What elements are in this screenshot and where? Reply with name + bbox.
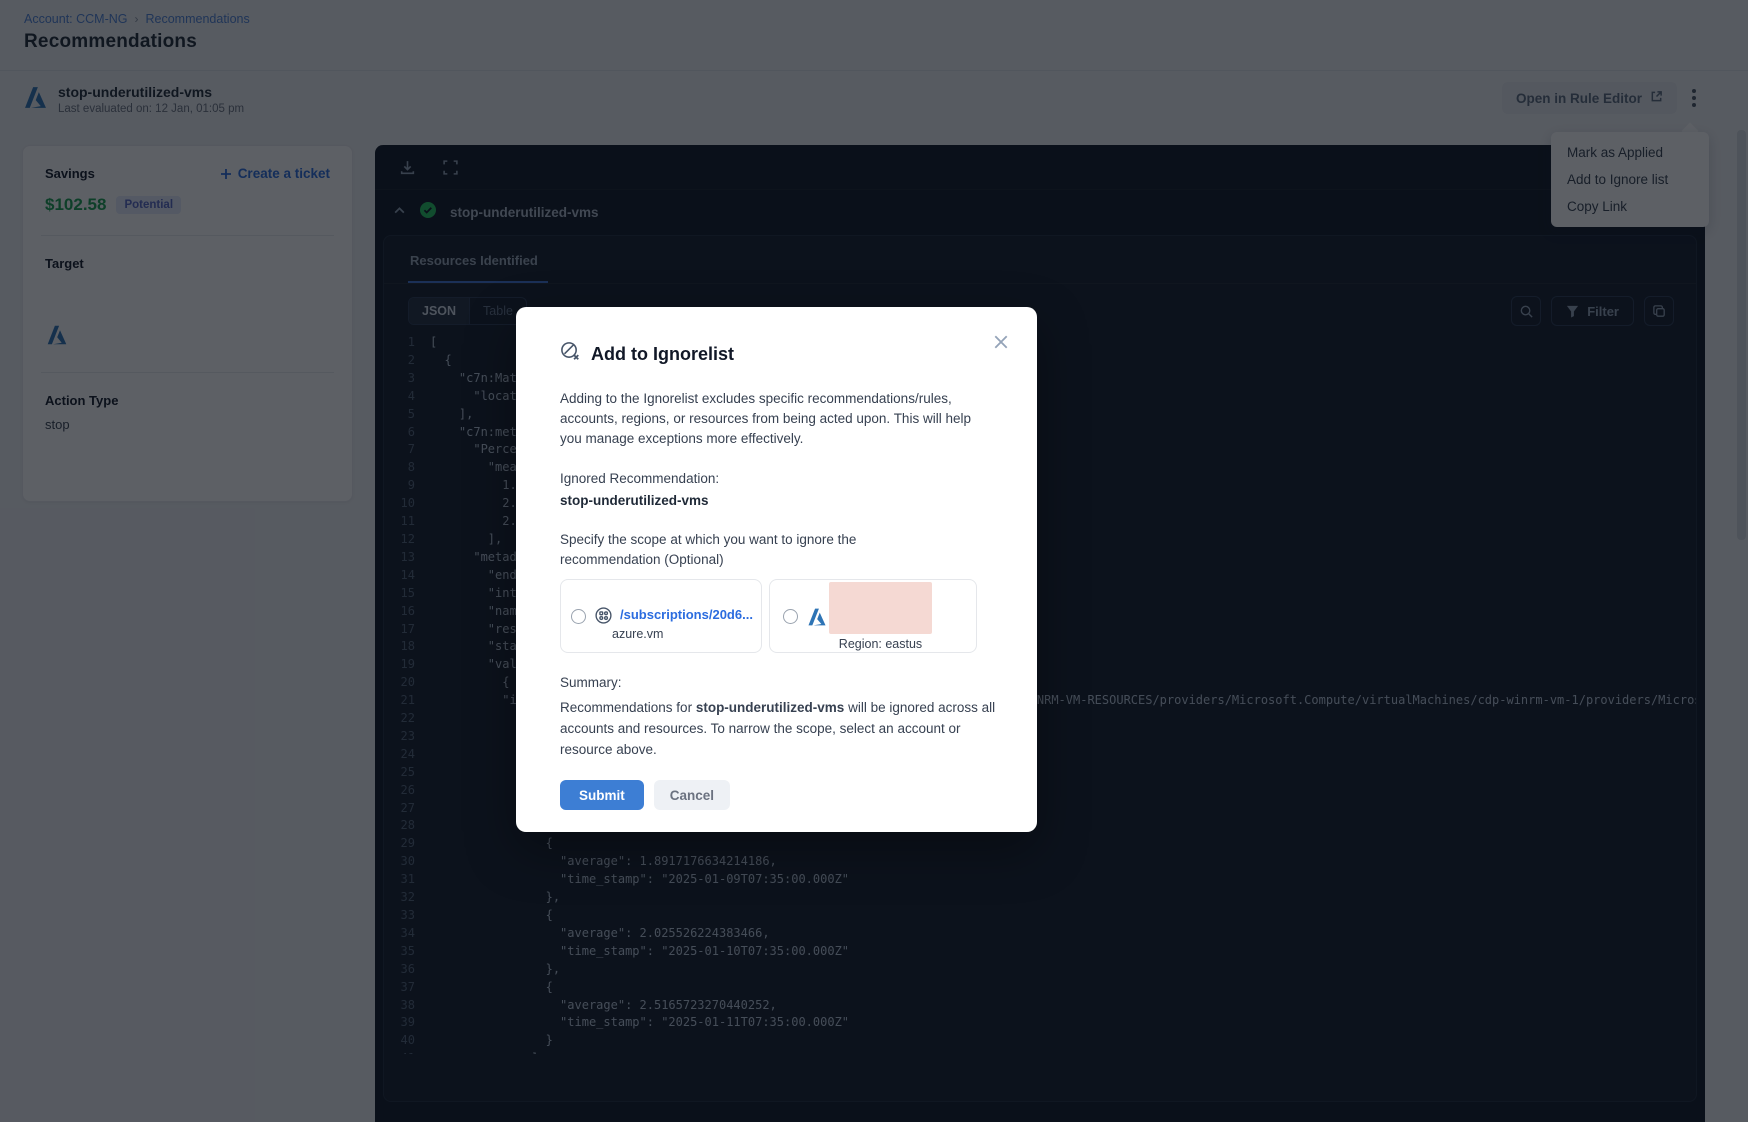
resource-broken-image (829, 582, 932, 634)
scope-option-subscription[interactable]: /subscriptions/20d6... azure.vm (560, 579, 762, 653)
scope-option-resource[interactable]: Region: eastus (769, 579, 977, 653)
resource-azure-icon (806, 606, 828, 633)
summary-label: Summary: (560, 675, 993, 690)
modal-description: Adding to the Ignorelist excludes specif… (560, 389, 993, 449)
summary-text: Recommendations for stop-underutilized-v… (560, 697, 1000, 760)
scope-label: Specify the scope at which you want to i… (560, 530, 960, 570)
subscription-radio[interactable] (571, 609, 586, 624)
subscription-resource-type: azure.vm (612, 627, 663, 641)
subscription-link[interactable]: /subscriptions/20d6... (620, 607, 753, 622)
ignore-icon (560, 341, 581, 367)
resource-region-label: Region: eastus (817, 637, 944, 651)
add-to-ignorelist-modal: Add to Ignorelist Adding to the Ignoreli… (516, 307, 1037, 832)
resource-radio[interactable] (783, 609, 798, 624)
submit-button[interactable]: Submit (560, 780, 644, 810)
ignored-recommendation-label: Ignored Recommendation: (560, 471, 993, 486)
subscription-icon (594, 606, 613, 630)
ignored-recommendation-value: stop-underutilized-vms (560, 493, 993, 508)
close-icon[interactable] (987, 329, 1015, 357)
modal-title: Add to Ignorelist (591, 344, 734, 365)
cancel-button[interactable]: Cancel (654, 780, 730, 810)
screen: Account: CCM-NG › Recommendations Recomm… (0, 0, 1748, 1122)
